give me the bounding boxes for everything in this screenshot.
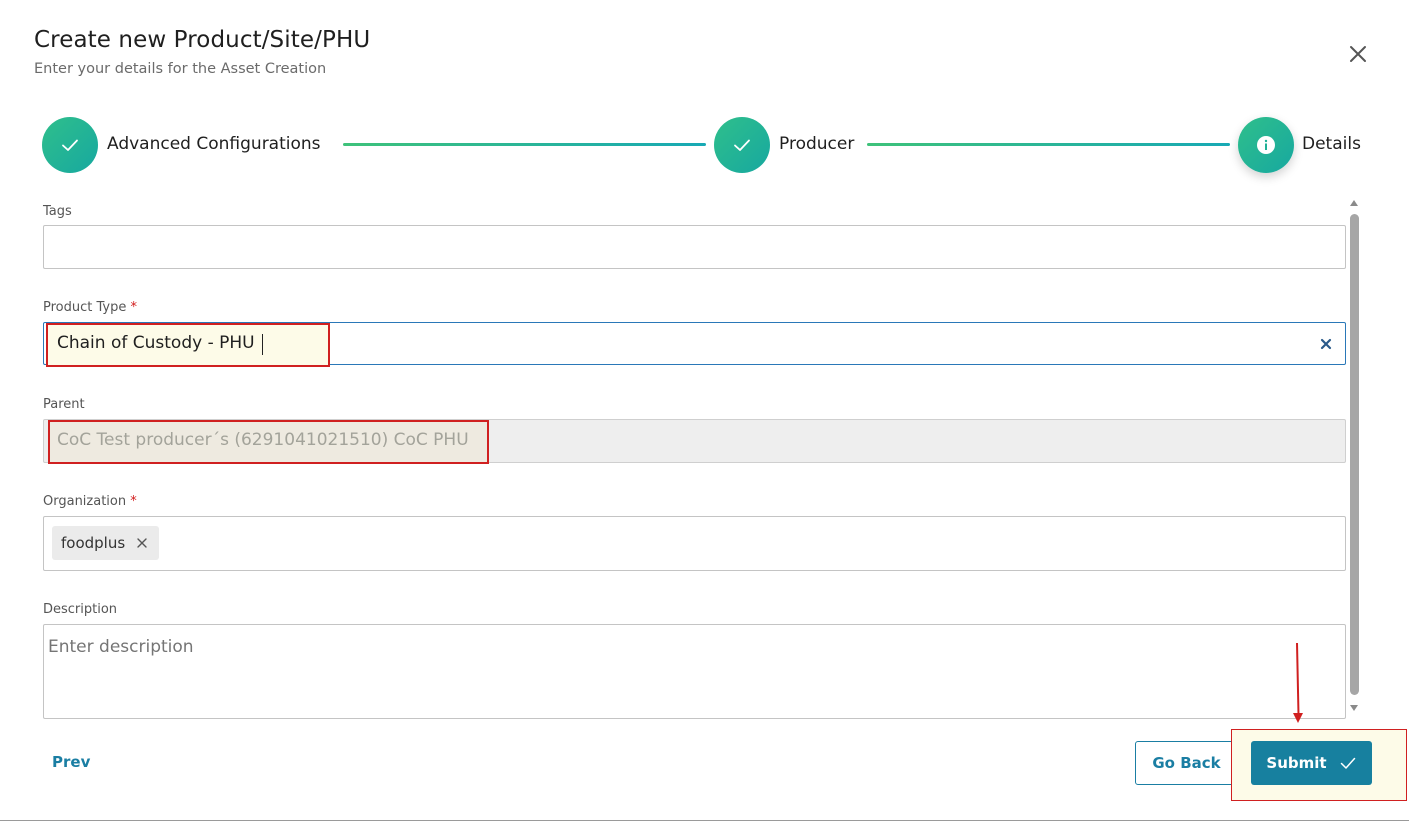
organization-chip: foodplus <box>52 526 160 560</box>
chip-label: foodplus <box>61 534 126 552</box>
modal-subtitle: Enter your details for the Asset Creatio… <box>34 61 327 77</box>
step-producer-circle[interactable] <box>714 117 770 173</box>
text-cursor <box>262 334 263 355</box>
step-details-label: Details <box>1302 134 1361 154</box>
organization-label-text: Organization <box>43 494 127 509</box>
prev-button[interactable]: Prev <box>52 753 90 771</box>
info-icon <box>1257 136 1275 154</box>
tags-label: Tags <box>43 204 72 219</box>
required-mark: * <box>130 494 137 509</box>
step-advanced-configurations-circle[interactable] <box>42 117 98 173</box>
product-type-label-text: Product Type <box>43 300 127 315</box>
product-type-label: Product Type * <box>43 300 137 315</box>
submit-button-label: Submit <box>1266 754 1327 772</box>
description-textarea[interactable] <box>43 624 1346 719</box>
step-connector <box>867 143 1230 146</box>
check-icon <box>62 139 78 151</box>
modal-title: Create new Product/Site/PHU <box>34 27 371 53</box>
check-icon <box>734 139 750 151</box>
scrollbar-thumb[interactable] <box>1350 214 1359 695</box>
step-advanced-configurations-label: Advanced Configurations <box>107 134 321 154</box>
tags-input[interactable] <box>43 225 1346 269</box>
create-asset-modal: Create new Product/Site/PHU Enter your d… <box>0 0 1409 821</box>
scroll-down-arrow-icon[interactable] <box>1350 705 1358 711</box>
step-connector <box>343 143 706 146</box>
close-icon[interactable] <box>1344 40 1372 68</box>
close-icon[interactable] <box>135 536 149 550</box>
organization-label: Organization * <box>43 494 137 509</box>
go-back-button[interactable]: Go Back <box>1135 741 1238 785</box>
scroll-up-arrow-icon[interactable] <box>1350 200 1358 206</box>
organization-multiselect[interactable]: foodplus <box>43 516 1346 571</box>
parent-value: CoC Test producer´s (6291041021510) CoC … <box>57 430 469 450</box>
submit-button[interactable]: Submit <box>1251 741 1372 785</box>
clear-icon[interactable] <box>1317 335 1335 353</box>
step-details-circle[interactable] <box>1238 117 1294 173</box>
annotation-arrow-head <box>1293 713 1303 723</box>
check-icon <box>1340 757 1355 769</box>
description-label: Description <box>43 602 118 617</box>
parent-label: Parent <box>43 397 85 412</box>
product-type-value: Chain of Custody - PHU <box>57 333 255 353</box>
step-producer-label: Producer <box>779 134 855 154</box>
required-mark: * <box>130 300 138 315</box>
